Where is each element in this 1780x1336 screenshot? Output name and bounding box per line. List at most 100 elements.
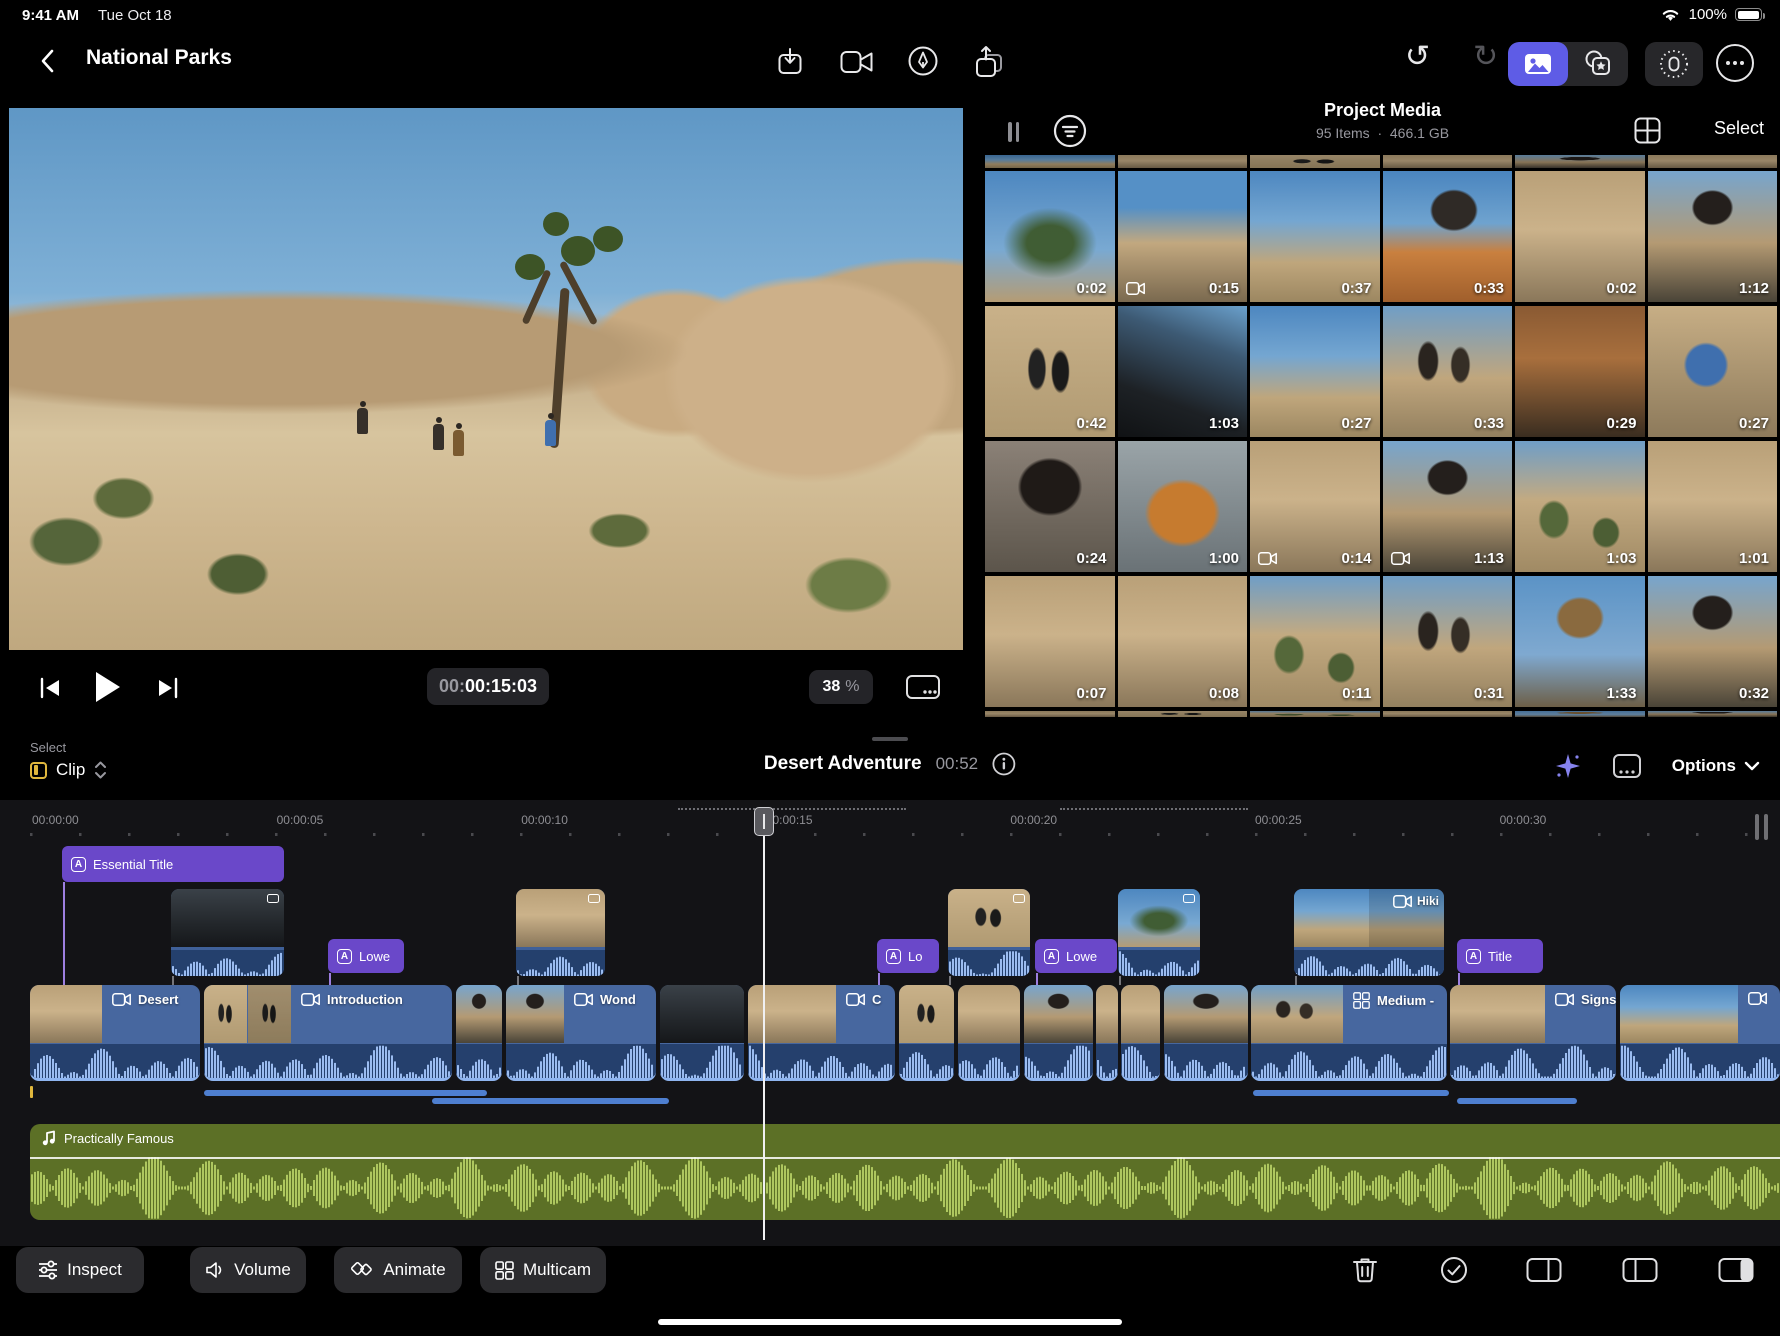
skip-back-button[interactable]	[38, 676, 62, 700]
storyline-clip[interactable]	[660, 985, 744, 1081]
storyline-clip[interactable]: Medium -	[1251, 985, 1447, 1081]
media-thumbnail[interactable]: 0:33	[1383, 306, 1513, 437]
skip-forward-button[interactable]	[156, 676, 180, 700]
jog-wheel-button[interactable]	[1645, 42, 1703, 86]
storyline-clip[interactable]	[1121, 985, 1160, 1081]
media-thumbnail[interactable]: 1:33	[1515, 576, 1645, 707]
media-thumbnail[interactable]: 1:00	[1118, 441, 1248, 572]
storyline-clip[interactable]: Introduction	[204, 985, 452, 1081]
titles-effects-button[interactable]	[1568, 42, 1628, 86]
audio-clip[interactable]: Practically Famous	[30, 1124, 1780, 1220]
title-clip[interactable]: ALowe	[328, 939, 404, 973]
media-thumbnail-partial[interactable]	[1250, 711, 1380, 717]
media-thumbnail[interactable]: 1:12	[1648, 171, 1778, 302]
animate-button[interactable]: Animate	[334, 1247, 462, 1293]
back-button[interactable]	[34, 48, 60, 74]
media-thumbnail[interactable]: 1:03	[1515, 441, 1645, 572]
layout-viewer-icon[interactable]	[1526, 1256, 1562, 1284]
media-thumbnail[interactable]: 0:32	[1648, 576, 1778, 707]
storyline-clip[interactable]: Signs	[1450, 985, 1616, 1081]
connected-clip[interactable]	[516, 889, 605, 976]
options-button[interactable]: Options	[1672, 756, 1760, 776]
connected-clip[interactable]	[948, 889, 1030, 976]
volume-button[interactable]: Volume	[190, 1247, 306, 1293]
trash-icon[interactable]	[1352, 1256, 1378, 1284]
media-thumbnail-partial[interactable]	[1515, 711, 1645, 717]
layout-browser-icon[interactable]	[1718, 1256, 1754, 1284]
media-thumbnail-partial[interactable]	[1383, 155, 1513, 168]
playhead[interactable]	[763, 812, 765, 1240]
media-thumbnail-partial[interactable]	[1118, 155, 1248, 168]
timeline-drag-handle[interactable]	[872, 737, 908, 741]
storyline-clip[interactable]: Desert	[30, 985, 200, 1081]
share-icon[interactable]	[972, 44, 1006, 80]
storyline-clip[interactable]: C	[748, 985, 895, 1081]
media-thumbnail[interactable]: 1:03	[1118, 306, 1248, 437]
connected-clip[interactable]: Hiki	[1294, 889, 1444, 976]
media-thumbnail-partial[interactable]	[1648, 711, 1778, 717]
title-clip[interactable]: ALowe	[1035, 939, 1117, 973]
media-thumbnail[interactable]: 1:13	[1383, 441, 1513, 572]
title-clip[interactable]: ATitle	[1457, 939, 1543, 973]
storyline-clip[interactable]: Wond	[506, 985, 656, 1081]
media-thumbnail[interactable]: 0:02	[1515, 171, 1645, 302]
media-thumbnail[interactable]: 1:01	[1648, 441, 1778, 572]
media-thumbnail[interactable]: 0:11	[1250, 576, 1380, 707]
storyline-clip[interactable]	[1620, 985, 1780, 1081]
media-select-button[interactable]: Select	[1714, 118, 1764, 139]
media-thumbnail[interactable]: 0:29	[1515, 306, 1645, 437]
record-camera-icon[interactable]	[840, 46, 874, 78]
media-thumbnail[interactable]: 0:08	[1118, 576, 1248, 707]
storyline-scroll-bar[interactable]	[1457, 1098, 1577, 1104]
grid-view-icon[interactable]	[1634, 117, 1661, 144]
media-thumbnail-partial[interactable]	[1118, 711, 1248, 717]
media-destination-icon[interactable]	[1612, 753, 1642, 779]
storyline-clip[interactable]	[456, 985, 502, 1081]
media-thumbnail-partial[interactable]	[1648, 155, 1778, 168]
storyline-clip[interactable]	[1164, 985, 1248, 1081]
title-clip[interactable]: ALo	[877, 939, 939, 973]
storyline-clip[interactable]	[1096, 985, 1118, 1081]
connected-clip[interactable]	[171, 889, 284, 976]
playhead-handle[interactable]	[754, 807, 774, 836]
undo-icon[interactable]: ↺	[1405, 42, 1430, 72]
import-icon[interactable]	[774, 44, 806, 80]
timeline-scale-handle[interactable]	[1755, 814, 1768, 840]
viewer-options-icon[interactable]	[905, 672, 941, 702]
media-thumbnail[interactable]: 0:15	[1118, 171, 1248, 302]
storyline-clip[interactable]	[899, 985, 954, 1081]
media-thumbnail-partial[interactable]	[1515, 155, 1645, 168]
play-button[interactable]	[92, 670, 122, 704]
media-thumbnail[interactable]: 0:27	[1648, 306, 1778, 437]
media-thumbnail[interactable]: 0:31	[1383, 576, 1513, 707]
media-thumbnail-partial[interactable]	[985, 155, 1115, 168]
media-thumbnail[interactable]: 0:27	[1250, 306, 1380, 437]
media-thumbnail[interactable]: 0:14	[1250, 441, 1380, 572]
storyline-scroll-bar[interactable]	[432, 1098, 669, 1104]
home-indicator[interactable]	[658, 1319, 1122, 1325]
layout-split-icon[interactable]	[1622, 1256, 1658, 1284]
title-clip[interactable]: AEssential Title	[62, 846, 284, 882]
storyline-clip[interactable]	[1024, 985, 1093, 1081]
media-thumbnail-partial[interactable]	[1250, 155, 1380, 168]
media-thumbnail[interactable]: 0:37	[1250, 171, 1380, 302]
media-thumbnail[interactable]: 0:24	[985, 441, 1115, 572]
media-thumbnail-partial[interactable]	[1383, 711, 1513, 717]
connected-clip[interactable]	[1118, 889, 1200, 976]
done-check-icon[interactable]	[1440, 1256, 1468, 1284]
multicam-button[interactable]: Multicam	[480, 1247, 606, 1293]
storyline-clip[interactable]	[958, 985, 1020, 1081]
storyline-scroll-bar[interactable]	[204, 1090, 487, 1096]
media-thumbnail[interactable]: 0:02	[985, 171, 1115, 302]
zoom-level[interactable]: 38 %	[809, 670, 873, 704]
volume-line[interactable]	[30, 1157, 1780, 1159]
media-thumbnail[interactable]: 0:33	[1383, 171, 1513, 302]
draw-pencil-icon[interactable]	[906, 44, 940, 78]
info-icon[interactable]	[992, 752, 1016, 776]
enhance-icon[interactable]	[1554, 752, 1582, 780]
clip-mode-switcher[interactable]: Clip	[30, 760, 107, 780]
media-thumbnail-partial[interactable]	[985, 711, 1115, 717]
inspect-button[interactable]: Inspect	[16, 1247, 144, 1293]
more-options-button[interactable]	[1716, 44, 1754, 82]
media-thumbnail[interactable]: 0:42	[985, 306, 1115, 437]
